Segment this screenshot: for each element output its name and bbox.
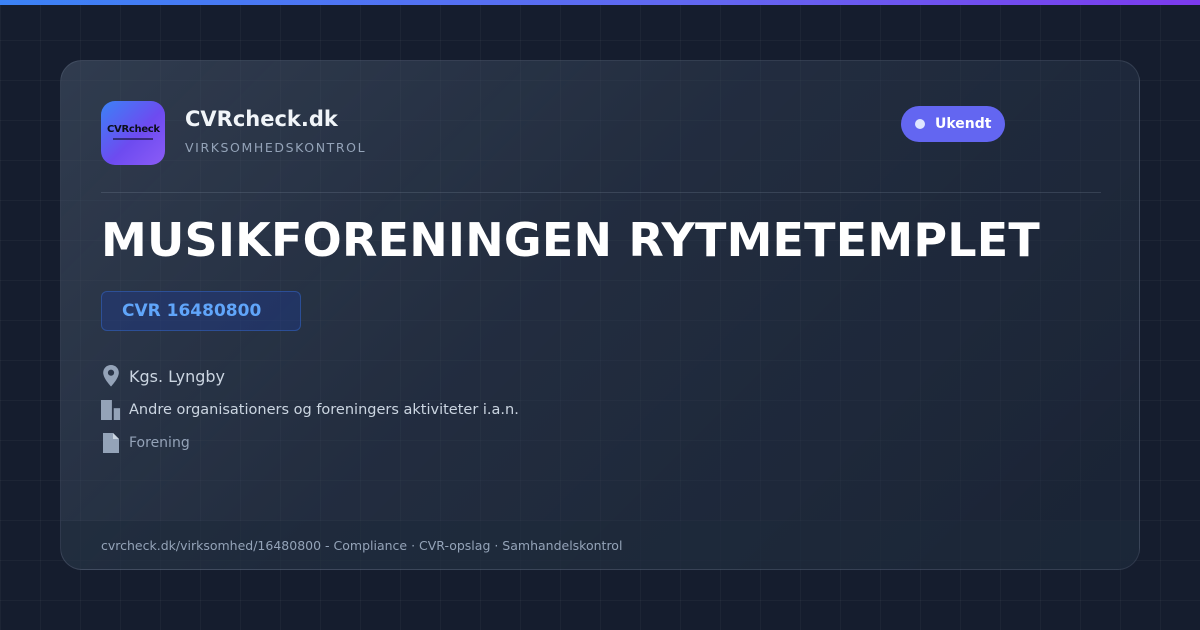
header-divider xyxy=(101,192,1101,193)
status-badge: Ukendt xyxy=(901,106,1005,142)
company-name: MUSIKFORENINGEN RYTMETEMPLET xyxy=(101,213,1040,267)
company-type-text: Forening xyxy=(129,435,190,451)
logo-wordmark: CVRcheck xyxy=(107,124,160,135)
brand-logo: CVRcheck xyxy=(101,101,165,165)
company-type-row: Forening xyxy=(101,431,190,455)
status-label: Ukendt xyxy=(935,116,992,132)
brand-tagline: VIRKSOMHEDSKONTROL xyxy=(185,140,367,155)
footer-url-bar: cvrcheck.dk/virksomhed/16480800 - Compli… xyxy=(61,521,1139,569)
footer-text: cvrcheck.dk/virksomhed/16480800 - Compli… xyxy=(101,538,623,553)
industry-text: Andre organisationers og foreningers akt… xyxy=(129,402,519,418)
brand-name: CVRcheck.dk xyxy=(185,107,338,131)
cvr-number-badge: CVR 16480800 xyxy=(101,291,301,331)
logo-underline xyxy=(113,138,153,140)
top-accent-bar xyxy=(0,0,1200,5)
document-icon xyxy=(101,431,121,455)
industry-row: Andre organisationers og foreningers akt… xyxy=(101,398,519,422)
company-card: CVRcheck CVRcheck.dk VIRKSOMHEDSKONTROL … xyxy=(60,60,1140,570)
map-pin-icon xyxy=(101,364,121,388)
status-dot-icon xyxy=(915,119,925,129)
location-text: Kgs. Lyngby xyxy=(129,366,225,386)
location-row: Kgs. Lyngby xyxy=(101,364,225,388)
building-icon xyxy=(101,398,121,422)
